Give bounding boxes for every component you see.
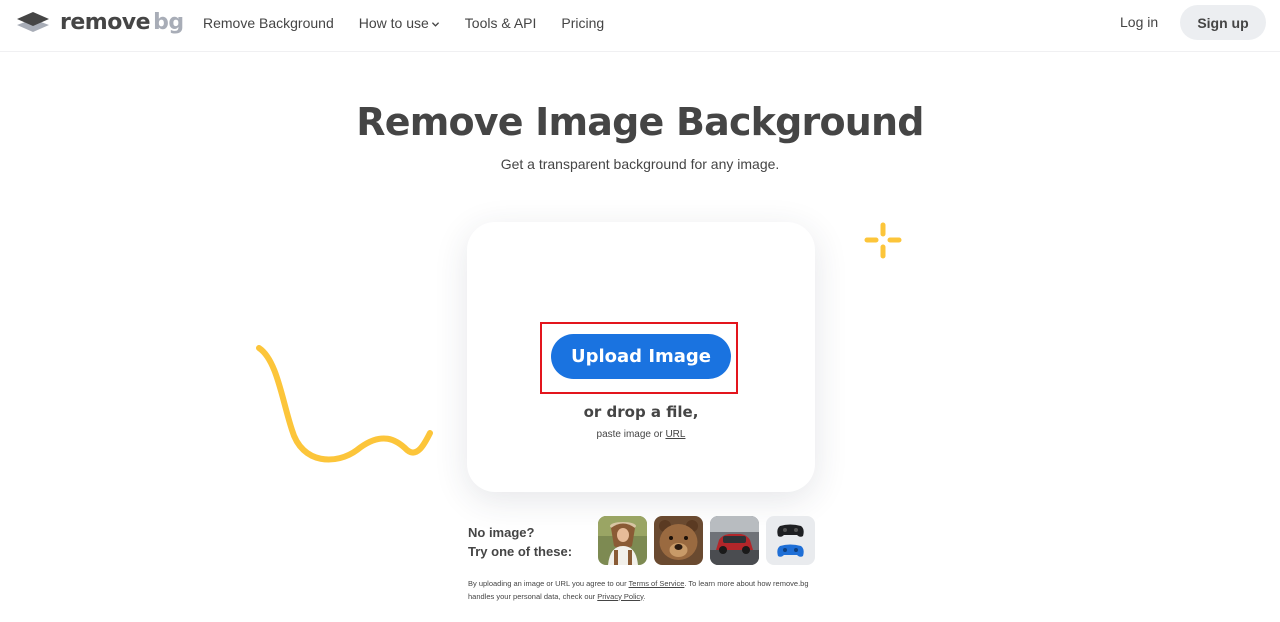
nav-pricing-label: Pricing — [561, 15, 605, 31]
upload-image-button[interactable]: Upload Image — [551, 334, 731, 379]
paste-hint: paste image or URL — [467, 429, 815, 440]
sample-prompt: No image? Try one of these: — [468, 523, 572, 561]
top-navigation-bar: remove bg Remove Background How to use To… — [0, 0, 1280, 52]
login-link[interactable]: Log in — [1120, 14, 1158, 30]
logo-text: remove bg — [60, 10, 184, 36]
sample-prompt-line1: No image? — [468, 525, 535, 540]
legal-notice: By uploading an image or URL you agree t… — [468, 578, 818, 603]
sample-thumb-woman[interactable] — [598, 516, 647, 565]
car-photo-icon — [710, 516, 759, 565]
legal-text-1: By uploading an image or URL you agree t… — [468, 579, 629, 588]
nav-remove-background-label: Remove Background — [203, 15, 334, 31]
signup-button[interactable]: Sign up — [1180, 5, 1266, 40]
sample-thumb-car[interactable] — [710, 516, 759, 565]
main-nav: Remove Background How to use Tools & API… — [203, 14, 629, 32]
nav-how-to-use[interactable]: How to use — [359, 15, 440, 31]
page-title: Remove Image Background — [356, 100, 924, 144]
legal-text-3: . — [643, 591, 646, 601]
layers-logo-icon — [17, 12, 49, 32]
gamepads-photo-icon — [766, 516, 815, 565]
logo-text-main: remove — [60, 10, 151, 35]
logo-text-accent: bg — [153, 10, 184, 35]
paste-hint-text: paste image or — [596, 429, 666, 440]
sample-thumb-bear[interactable] — [654, 516, 703, 565]
woman-photo-icon — [598, 516, 647, 565]
bear-photo-icon — [654, 516, 703, 565]
terms-of-service-link[interactable]: Terms of Service — [629, 579, 685, 588]
nav-pricing[interactable]: Pricing — [561, 15, 604, 31]
nav-how-to-use-label: How to use — [358, 15, 429, 31]
privacy-policy-link[interactable]: Privacy Policy — [597, 592, 643, 601]
nav-tools-api-label: Tools & API — [464, 15, 537, 31]
nav-remove-background[interactable]: Remove Background — [203, 15, 334, 31]
page-subtitle: Get a transparent background for any ima… — [500, 156, 780, 172]
yellow-squiggle-decoration — [256, 345, 433, 463]
sample-thumbnails — [598, 516, 822, 565]
drop-file-text: or drop a file, — [583, 403, 699, 421]
sample-thumb-gamepads[interactable] — [766, 516, 815, 565]
sample-prompt-line2: Try one of these: — [468, 544, 573, 559]
logo[interactable]: remove bg — [16, 10, 184, 36]
url-link[interactable]: URL — [665, 429, 685, 440]
chevron-down-icon — [431, 21, 439, 27]
yellow-sparkle-decoration — [864, 222, 902, 259]
nav-tools-api[interactable]: Tools & API — [465, 15, 537, 31]
